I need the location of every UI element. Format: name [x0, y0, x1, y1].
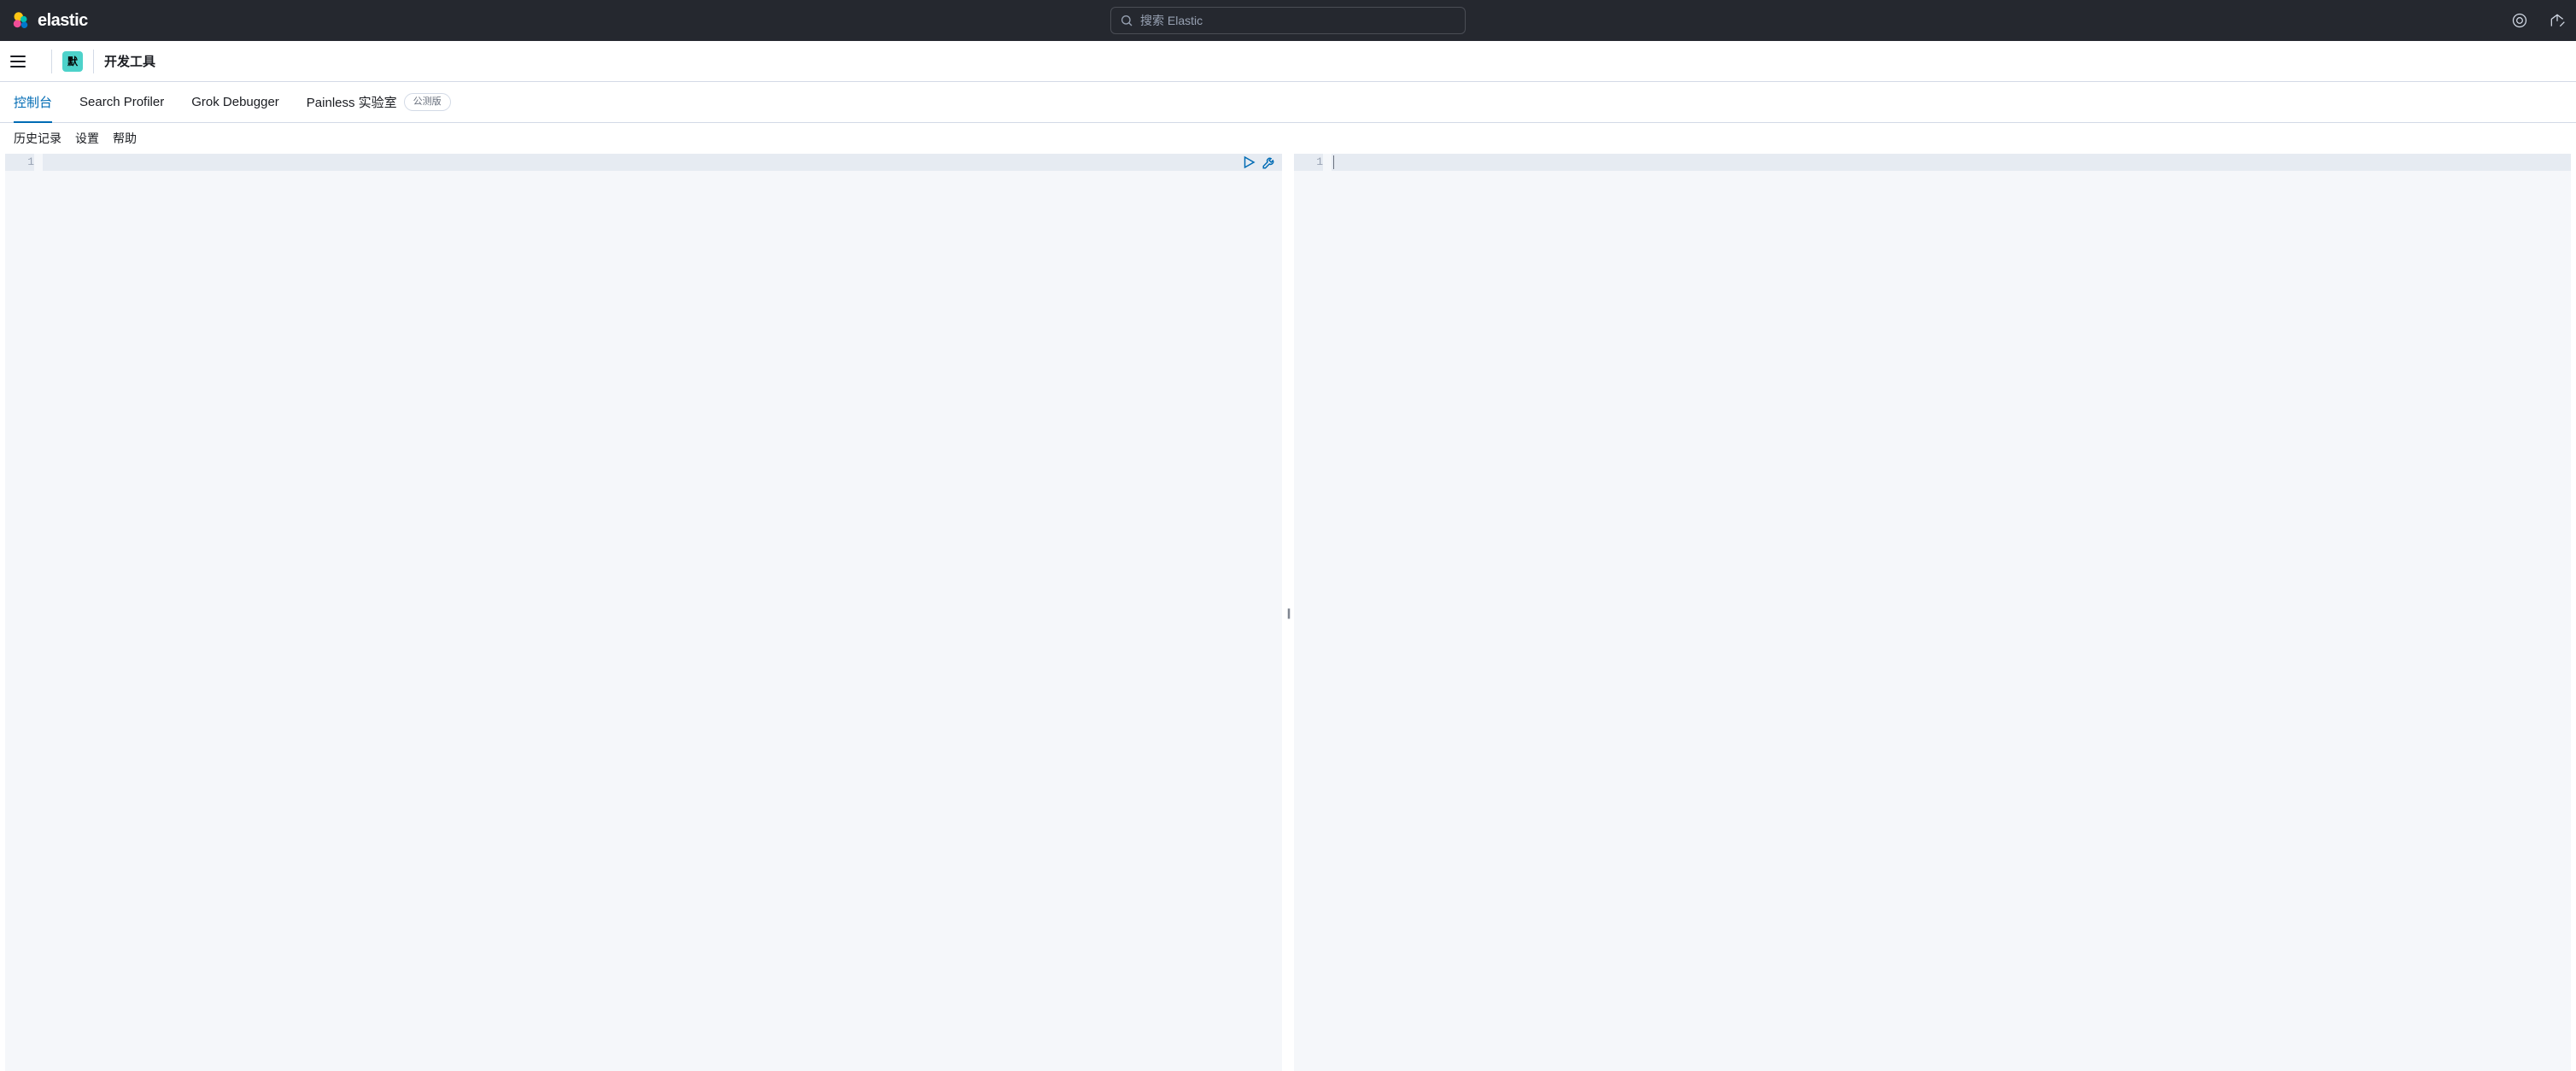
- request-editor[interactable]: [43, 154, 1282, 1071]
- console-toolbar: 历史记录 设置 帮助: [0, 123, 2576, 154]
- cursor: [1333, 155, 1334, 169]
- elastic-logo-icon: [10, 10, 31, 31]
- play-icon[interactable]: [1241, 155, 1256, 170]
- console-editor: 1 || 1: [0, 154, 2576, 1071]
- line-number: 1: [5, 154, 34, 171]
- response-viewer[interactable]: [1332, 154, 2571, 1071]
- tab-label: 控制台: [14, 93, 52, 111]
- nav-toggle-icon[interactable]: [10, 51, 31, 72]
- global-search[interactable]: [1110, 7, 1466, 34]
- active-line: [43, 154, 1282, 171]
- settings-link[interactable]: 设置: [75, 130, 99, 147]
- search-icon: [1120, 14, 1133, 27]
- separator: [51, 50, 52, 73]
- search-input[interactable]: [1140, 14, 1456, 27]
- tab-grok-debugger[interactable]: Grok Debugger: [191, 82, 279, 122]
- tab-label: Painless 实验室: [307, 93, 397, 111]
- line-gutter: 1: [5, 154, 43, 1071]
- tab-search-profiler[interactable]: Search Profiler: [79, 82, 164, 122]
- tab-label: Grok Debugger: [191, 95, 279, 109]
- wrench-icon[interactable]: [1262, 155, 1277, 170]
- brand-logo[interactable]: elastic: [10, 10, 88, 31]
- history-link[interactable]: 历史记录: [14, 130, 61, 147]
- help-icon[interactable]: [2511, 12, 2528, 29]
- pane-splitter[interactable]: ||: [1282, 154, 1294, 1071]
- active-line: [1332, 154, 2571, 171]
- help-link[interactable]: 帮助: [113, 130, 137, 147]
- header-actions: [2511, 12, 2566, 29]
- breadcrumb: 开发工具: [104, 52, 155, 70]
- breadcrumb-bar: 默 开发工具: [0, 41, 2576, 82]
- line-gutter: 1: [1294, 154, 1332, 1071]
- request-actions: [1241, 155, 1277, 170]
- separator: [93, 50, 94, 73]
- tab-label: Search Profiler: [79, 95, 164, 109]
- dev-tools-tabs: 控制台 Search Profiler Grok Debugger Painle…: [0, 82, 2576, 123]
- beta-badge: 公测版: [404, 93, 451, 111]
- request-pane: 1: [5, 154, 1282, 1071]
- response-pane: 1: [1294, 154, 2571, 1071]
- brand-name: elastic: [38, 11, 88, 31]
- newsfeed-icon[interactable]: [2549, 12, 2566, 29]
- tab-console[interactable]: 控制台: [14, 82, 52, 122]
- global-header: elastic: [0, 0, 2576, 41]
- space-selector[interactable]: 默: [62, 51, 83, 72]
- line-number: 1: [1294, 154, 1323, 171]
- tab-painless-lab[interactable]: Painless 实验室 公测版: [307, 82, 451, 122]
